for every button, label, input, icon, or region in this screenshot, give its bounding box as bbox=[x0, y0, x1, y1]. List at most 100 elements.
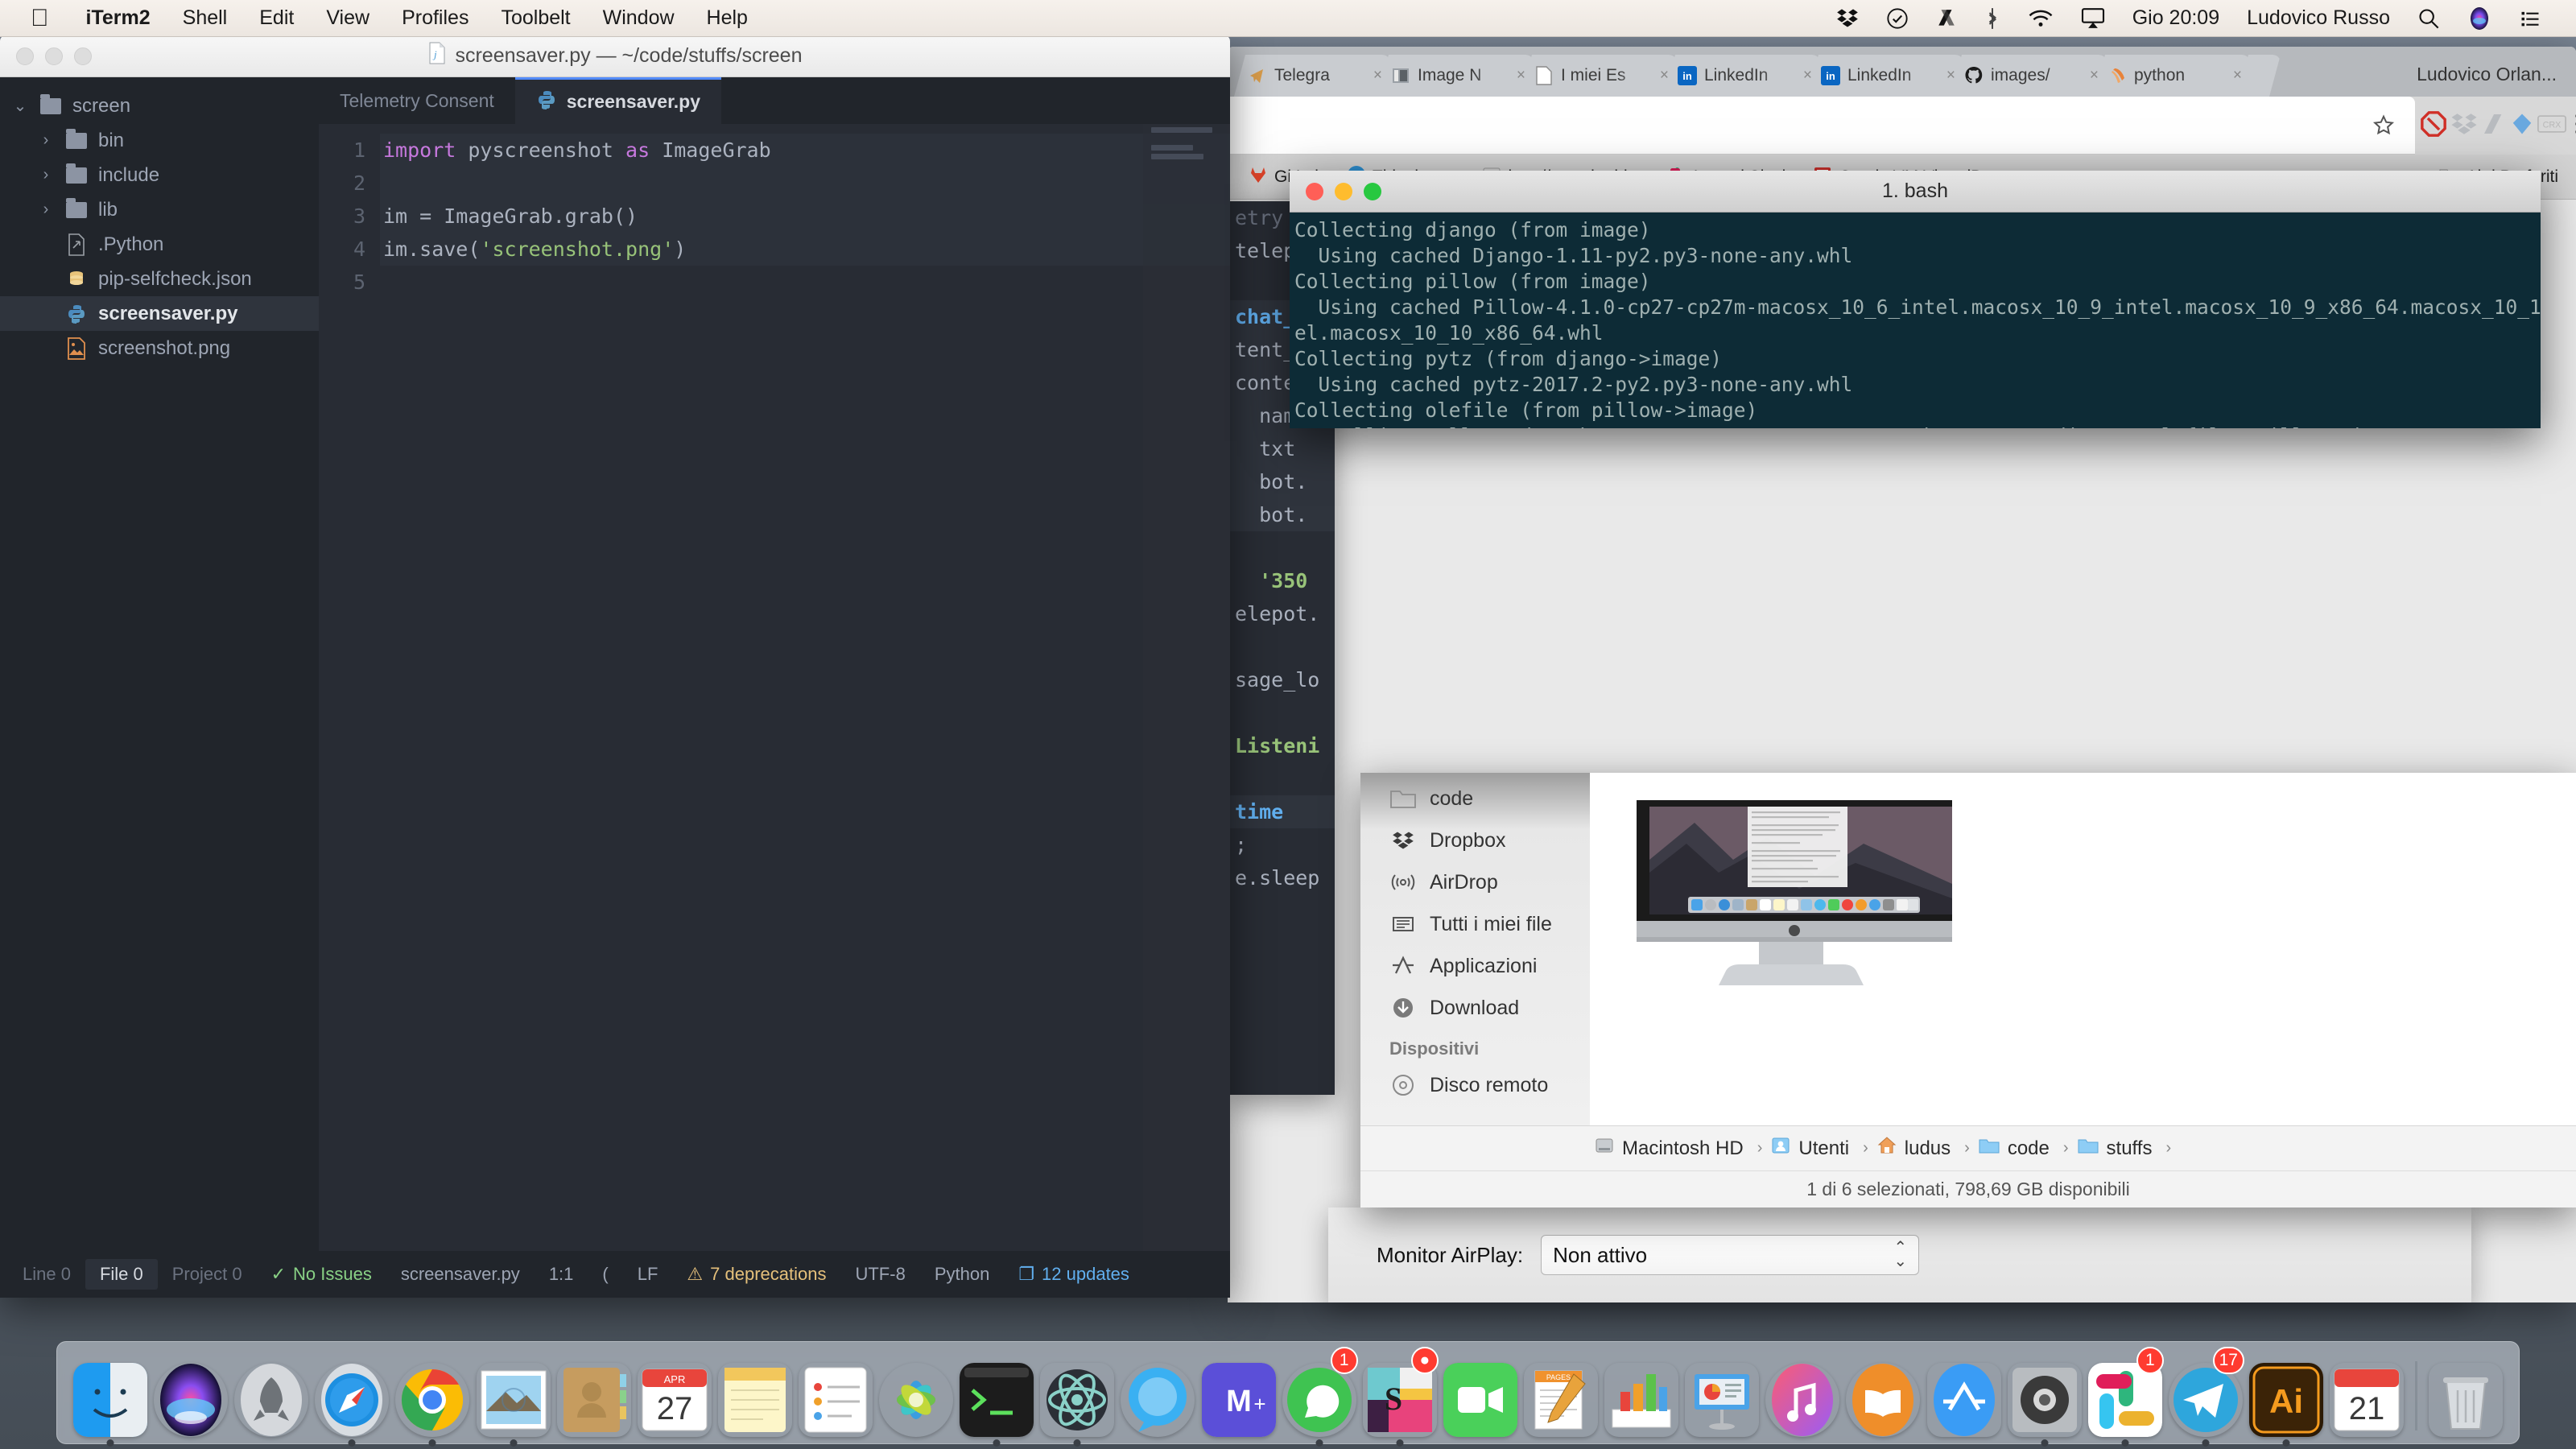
chrome-tab-4[interactable]: inLinkedIn× bbox=[1807, 55, 1963, 97]
dock-item-numbers[interactable] bbox=[1601, 1348, 1682, 1437]
file-tree-item--Python[interactable]: .Python bbox=[0, 227, 319, 262]
menu-item-edit[interactable]: Edit bbox=[243, 6, 310, 30]
adblock-icon[interactable] bbox=[2420, 110, 2447, 142]
dock-item-trash[interactable] bbox=[2425, 1348, 2506, 1437]
menu-items[interactable]: ShellEditViewProfilesToolbeltWindowHelp bbox=[167, 6, 764, 30]
menu-item-profiles[interactable]: Profiles bbox=[386, 6, 485, 30]
atom-file-tree[interactable]: ⌄screen›bin›include›lib.Pythonpip-selfch… bbox=[0, 77, 319, 1251]
facetime-icon[interactable] bbox=[1443, 1363, 1517, 1437]
finder-path-bar[interactable]: Macintosh HD›Utenti›ludus›code›stuffs› bbox=[1360, 1125, 2576, 1170]
atom-code-editor[interactable]: 12345 import pyscreenshot as ImageGrab i… bbox=[319, 124, 1230, 1251]
status-deprecations[interactable]: ⚠ 7 deprecations bbox=[672, 1264, 840, 1285]
atom-editor-window[interactable]: j screensaver.py — ~/code/stuffs/screen … bbox=[0, 35, 1230, 1298]
wifi-icon[interactable] bbox=[2014, 7, 2067, 30]
chrome-tab-0[interactable]: Telegra× bbox=[1234, 55, 1390, 97]
status-line-count[interactable]: Line 0 bbox=[8, 1264, 85, 1285]
bluetooth-icon[interactable] bbox=[1971, 7, 2014, 30]
dock-item-appstore[interactable] bbox=[1924, 1348, 2004, 1437]
dock-item-itunes[interactable] bbox=[1762, 1348, 1843, 1437]
close-icon[interactable]: × bbox=[1803, 67, 1812, 85]
finder-sidebar-item-applicazioni[interactable]: Applicazioni bbox=[1360, 945, 1590, 987]
finder-sidebar-item-dropbox[interactable]: Dropbox bbox=[1360, 819, 1590, 861]
illustrator-icon[interactable]: Ai bbox=[2249, 1363, 2323, 1437]
terminal-icon[interactable] bbox=[960, 1363, 1034, 1437]
atom-tab-bar[interactable]: Telemetry Consentscreensaver.py bbox=[319, 77, 1230, 124]
code-line[interactable]: im.save('screenshot.png') bbox=[380, 233, 1230, 266]
finder-path-crumb-stuffs[interactable]: stuffs› bbox=[2077, 1136, 2180, 1161]
photos-icon[interactable] bbox=[879, 1363, 953, 1437]
finder-path-crumb-ludus[interactable]: ludus› bbox=[1876, 1136, 1978, 1161]
keynote-icon[interactable] bbox=[1685, 1363, 1759, 1437]
dock-item-messages[interactable] bbox=[1117, 1348, 1198, 1437]
dock-item-facetime[interactable] bbox=[1440, 1348, 1521, 1437]
finder-path-crumb-code[interactable]: code› bbox=[1978, 1136, 2077, 1161]
chrome-menu-icon[interactable] bbox=[2570, 110, 2576, 142]
finder-sidebar-item-tutti-i-miei-file[interactable]: Tutti i miei file bbox=[1360, 903, 1590, 945]
dock-item-contacts[interactable] bbox=[554, 1348, 634, 1437]
dock-item-calendar-stack[interactable]: 21 bbox=[2326, 1348, 2407, 1437]
file-tree-item-screensaver-py[interactable]: screensaver.py bbox=[0, 296, 319, 331]
apple-logo-icon[interactable]:  bbox=[0, 6, 70, 31]
finder-sidebar[interactable]: codeDropboxAirDropTutti i miei fileAppli… bbox=[1360, 773, 1590, 1125]
status-issues[interactable]: ✓ No Issues bbox=[257, 1264, 386, 1285]
finder-sidebar-item-download[interactable]: Download bbox=[1360, 987, 1590, 1029]
notes-icon[interactable] bbox=[718, 1363, 792, 1437]
finder-icon[interactable] bbox=[73, 1363, 147, 1437]
siri-icon[interactable] bbox=[154, 1363, 228, 1437]
dock-item-telegram[interactable]: 17 bbox=[2165, 1348, 2246, 1437]
imac-screenshot-thumbnail[interactable] bbox=[1598, 795, 1952, 1037]
iterm2-terminal-window[interactable]: 1. bash Collecting django (from image) U… bbox=[1290, 171, 2541, 428]
status-updates[interactable]: ❐ 12 updates bbox=[1004, 1264, 1144, 1285]
pages-icon[interactable]: PAGES bbox=[1524, 1363, 1598, 1437]
dock-item-terminal[interactable] bbox=[956, 1348, 1037, 1437]
finder-sidebar-item-code[interactable]: code bbox=[1360, 778, 1590, 819]
file-tree-item-pip-selfcheck-json[interactable]: pip-selfcheck.json bbox=[0, 262, 319, 296]
dock-item-siri[interactable] bbox=[151, 1348, 231, 1437]
airplay-display-select[interactable]: Non attivo ⌃⌄ bbox=[1541, 1235, 1919, 1275]
status-filename[interactable]: screensaver.py bbox=[386, 1264, 535, 1285]
finder-path-crumb-macintosh-hd[interactable]: Macintosh HD› bbox=[1594, 1136, 1770, 1161]
finder-file-area[interactable] bbox=[1590, 773, 2576, 1125]
code-line[interactable] bbox=[380, 266, 1230, 299]
finder-sidebar-item-disco-remoto[interactable]: Disco remoto bbox=[1360, 1064, 1590, 1106]
close-icon[interactable]: × bbox=[2233, 67, 2242, 85]
bookmark-star-icon[interactable] bbox=[2360, 114, 2407, 138]
google-drive-icon[interactable] bbox=[2481, 110, 2507, 142]
close-icon[interactable]: × bbox=[1946, 67, 1955, 85]
dropbox-icon[interactable] bbox=[2450, 110, 2478, 142]
airplay-icon[interactable] bbox=[2067, 8, 2119, 29]
launchpad-icon[interactable] bbox=[234, 1363, 308, 1437]
siri-icon[interactable] bbox=[2454, 6, 2505, 31]
atom-minimap[interactable] bbox=[1143, 124, 1230, 1251]
chrome-icon[interactable] bbox=[395, 1363, 469, 1437]
calendar-icon[interactable]: APR27 bbox=[638, 1363, 712, 1437]
close-icon[interactable]: × bbox=[2090, 67, 2099, 85]
dock-item-mail[interactable] bbox=[473, 1348, 554, 1437]
macos-dock[interactable]: APR27M+1S●PAGES117Ai21 bbox=[56, 1341, 2520, 1444]
dropbox-icon[interactable] bbox=[1823, 7, 1872, 30]
reminders-icon[interactable] bbox=[799, 1363, 873, 1437]
terminal-screen[interactable]: Collecting django (from image) Using cac… bbox=[1290, 213, 2541, 428]
google-drive-icon[interactable] bbox=[1922, 7, 1971, 30]
dock-item-whatsapp[interactable]: 1 bbox=[1279, 1348, 1360, 1437]
dock-item-keynote[interactable] bbox=[1682, 1348, 1762, 1437]
file-tree-item-include[interactable]: ›include bbox=[0, 158, 319, 192]
safari-icon[interactable] bbox=[315, 1363, 389, 1437]
chrome-extensions-bar[interactable]: CRX bbox=[2415, 97, 2576, 155]
file-tree-item-screenshot-png[interactable]: screenshot.png bbox=[0, 331, 319, 365]
atom-icon[interactable] bbox=[1040, 1363, 1114, 1437]
dock-item-finder[interactable] bbox=[70, 1348, 151, 1437]
atom-status-bar[interactable]: Line 0 File 0 Project 0 ✓ No Issues scre… bbox=[0, 1251, 1230, 1298]
menu-item-window[interactable]: Window bbox=[587, 6, 691, 30]
dock-item-sketch[interactable]: S● bbox=[1360, 1348, 1440, 1437]
menu-app-name[interactable]: iTerm2 bbox=[70, 6, 167, 30]
chrome-profile-button[interactable]: Ludovico Orlan... bbox=[2409, 64, 2576, 97]
contacts-icon[interactable] bbox=[557, 1363, 631, 1437]
file-tree-item-bin[interactable]: ›bin bbox=[0, 123, 319, 158]
system-preferences-icon[interactable] bbox=[2008, 1363, 2082, 1437]
finder-path-crumb-utenti[interactable]: Utenti› bbox=[1770, 1136, 1876, 1161]
macos-menu-bar[interactable]:  iTerm2 ShellEditViewProfilesToolbeltWi… bbox=[0, 0, 2576, 37]
mailbutler-icon[interactable]: M+ bbox=[1202, 1363, 1276, 1437]
dock-item-photos[interactable] bbox=[876, 1348, 956, 1437]
close-icon[interactable]: × bbox=[1517, 67, 1525, 85]
